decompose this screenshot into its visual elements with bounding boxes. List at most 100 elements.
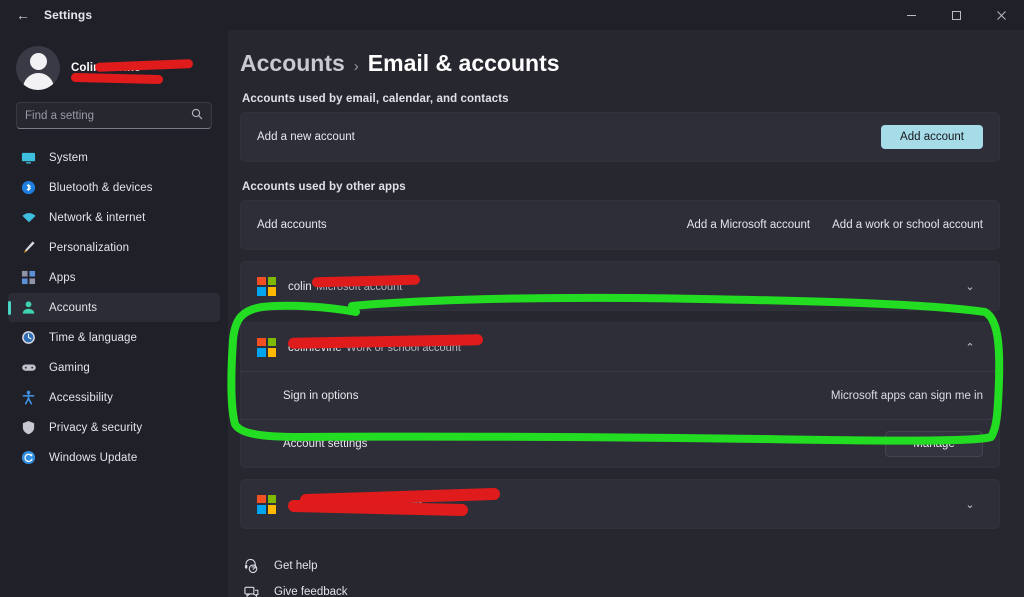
sidebar-item-label: Privacy & security <box>49 421 143 434</box>
help-icon <box>242 558 260 574</box>
account-row[interactable]: colin Microsoft account ⌄ <box>241 262 999 310</box>
feedback-icon <box>242 585 260 597</box>
redaction-mark <box>70 72 164 84</box>
minimize-button[interactable] <box>889 0 934 30</box>
redaction-mark <box>311 274 421 288</box>
add-microsoft-account-link[interactable]: Add a Microsoft account <box>687 219 810 231</box>
sign-in-options-value: Microsoft apps can sign me in <box>830 389 983 402</box>
redaction-mark <box>287 499 469 517</box>
account-card-microsoft: colin Microsoft account ⌄ <box>240 261 1000 311</box>
microsoft-logo-icon <box>257 337 276 357</box>
sidebar-item-bluetooth-devices[interactable]: Bluetooth & devices <box>8 173 220 202</box>
microsoft-logo-icon <box>257 276 276 296</box>
chevron-down-icon[interactable]: ⌄ <box>957 280 983 293</box>
sign-in-options-row[interactable]: Sign in options Microsoft apps can sign … <box>241 371 999 419</box>
sidebar-item-windows-update[interactable]: Windows Update <box>8 443 220 472</box>
add-work-school-account-link[interactable]: Add a work or school account <box>832 219 983 231</box>
get-help-link[interactable]: Get help <box>242 553 1000 579</box>
person-icon <box>20 299 37 316</box>
section-label-email: Accounts used by email, calendar, and co… <box>242 93 509 105</box>
accessibility-icon <box>20 389 37 406</box>
add-accounts-row: Add accounts Add a Microsoft account Add… <box>241 201 999 249</box>
add-accounts-label: Add accounts <box>257 219 327 231</box>
page-title: Email & accounts <box>367 50 560 76</box>
manage-button[interactable]: Manage <box>885 430 983 457</box>
add-new-account-card: Add a new account Add account <box>240 112 1000 162</box>
refresh-icon <box>20 449 37 466</box>
apps-grid-icon <box>20 269 37 286</box>
app-title: Settings <box>44 8 93 22</box>
sidebar-item-label: Windows Update <box>49 451 138 464</box>
search-box[interactable] <box>16 102 212 129</box>
account-settings-label: Account settings <box>283 437 368 450</box>
chevron-down-icon[interactable]: ⌄ <box>957 498 983 511</box>
monitor-icon <box>20 149 37 166</box>
add-new-account-actions: Add account <box>881 125 983 149</box>
bluetooth-icon <box>20 179 37 196</box>
sidebar-item-label: Bluetooth & devices <box>49 181 153 194</box>
sidebar-item-label: Apps <box>49 271 76 284</box>
settings-window: ← Settings Colin Levine <box>0 0 1024 597</box>
breadcrumb: Accounts › Email & accounts <box>240 50 1000 77</box>
sidebar-item-system[interactable]: System <box>8 143 220 172</box>
account-info: colinlevine Work or school account <box>287 334 945 356</box>
chevron-up-icon[interactable]: ⌃ <box>957 341 983 354</box>
main-content: Accounts › Email & accounts Accounts use… <box>228 30 1024 597</box>
sidebar-item-time-language[interactable]: Time & language <box>8 323 220 352</box>
back-arrow-icon[interactable]: ← <box>6 2 40 28</box>
sidebar-item-label: Time & language <box>49 331 138 344</box>
gamepad-icon <box>20 359 37 376</box>
close-button[interactable] <box>979 0 1024 30</box>
sidebar-item-label: Network & internet <box>49 211 146 224</box>
account-row[interactable]: colinlevine Work or school account ⌃ <box>241 323 999 371</box>
sidebar-item-accounts[interactable]: Accounts <box>8 293 220 322</box>
get-help-label: Get help <box>274 560 318 572</box>
sidebar-item-network-internet[interactable]: Network & internet <box>8 203 220 232</box>
account-settings-row: Account settings Manage <box>241 419 999 467</box>
search-input[interactable] <box>25 109 187 122</box>
sidebar-item-personalization[interactable]: Personalization <box>8 233 220 262</box>
give-feedback-label: Give feedback <box>274 586 348 597</box>
chevron-right-icon: › <box>353 58 359 75</box>
section-label-other-apps: Accounts used by other apps <box>242 181 406 193</box>
add-accounts-links: Add a Microsoft account Add a work or sc… <box>687 219 983 231</box>
profile-text: Colin Levine <box>70 58 220 84</box>
paintbrush-icon <box>20 239 37 256</box>
add-account-button[interactable]: Add account <box>881 125 983 149</box>
shield-icon <box>20 419 37 436</box>
sidebar-item-label: Gaming <box>49 361 90 374</box>
add-accounts-card: Add accounts Add a Microsoft account Add… <box>240 200 1000 250</box>
window-controls <box>889 0 1024 30</box>
account-email: colin <box>288 281 312 293</box>
footer-links: Get help Give feedback <box>240 553 1000 597</box>
sidebar-item-label: Accessibility <box>49 391 113 404</box>
sidebar: Colin Levine <box>0 30 228 597</box>
add-new-account-label: Add a new account <box>257 131 355 143</box>
clock-icon <box>20 329 37 346</box>
maximize-button[interactable] <box>934 0 979 30</box>
account-info: colin Microsoft account <box>288 274 945 295</box>
user-profile[interactable]: Colin Levine <box>8 38 220 100</box>
sidebar-item-label: System <box>49 151 88 164</box>
account-card-work-school: col Work or school account ⌄ <box>240 479 1000 529</box>
account-card-work-school-expanded: colinlevine Work or school account ⌃ Sig… <box>240 322 1000 468</box>
search-icon <box>191 108 203 123</box>
avatar <box>16 46 60 90</box>
sidebar-nav: System Bluetooth & devices Network & int… <box>8 143 220 472</box>
window-body: Colin Levine <box>0 30 1024 597</box>
sidebar-item-accessibility[interactable]: Accessibility <box>8 383 220 412</box>
wifi-icon <box>20 209 37 226</box>
search-container <box>8 100 220 129</box>
breadcrumb-parent[interactable]: Accounts <box>240 50 345 77</box>
give-feedback-link[interactable]: Give feedback <box>242 579 1000 597</box>
sign-in-options-label: Sign in options <box>283 389 359 402</box>
sidebar-item-gaming[interactable]: Gaming <box>8 353 220 382</box>
sidebar-item-apps[interactable]: Apps <box>8 263 220 292</box>
sidebar-item-label: Personalization <box>49 241 130 254</box>
sidebar-item-label: Accounts <box>49 301 98 314</box>
sidebar-item-privacy-security[interactable]: Privacy & security <box>8 413 220 442</box>
account-settings-actions: Manage <box>885 430 983 457</box>
title-bar: ← Settings <box>0 0 1024 30</box>
account-info: col Work or school account <box>287 487 945 517</box>
account-row[interactable]: col Work or school account ⌄ <box>241 480 999 528</box>
